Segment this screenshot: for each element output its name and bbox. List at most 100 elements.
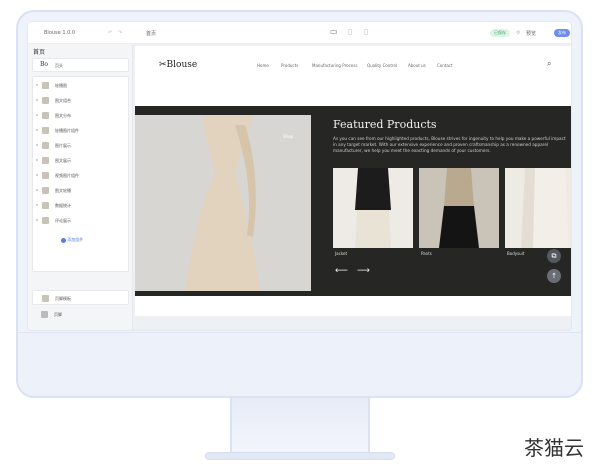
sidebar-item[interactable]: 图文组合 [33, 94, 130, 107]
sidebar-item[interactable]: 图文分布 [33, 109, 130, 122]
watermark: 茶猫云 [524, 436, 584, 460]
app-title: Blouse 1.0.0 [44, 30, 76, 36]
drag-handle-icon[interactable] [36, 144, 38, 146]
site-logo[interactable]: ✂Blouse [159, 60, 197, 70]
product-label: Bodysuit [507, 251, 525, 256]
nav-link[interactable]: Contact [437, 63, 453, 68]
next-section-strip [135, 298, 571, 316]
tablet-view-icon[interactable]: ▯ [348, 27, 352, 36]
sidebar-item-footer[interactable]: 页脚 [32, 308, 129, 321]
sidebar-item-label: 页头 [55, 63, 63, 68]
sidebar-item[interactable]: 图文轮播 [33, 184, 130, 197]
sidebar-item-label: 图片展示 [55, 143, 71, 148]
search-icon[interactable]: ⌕ [547, 59, 551, 69]
nav-link[interactable]: Manufacturing Process [312, 63, 357, 68]
product-label: Jacket [335, 251, 348, 256]
chat-icon[interactable]: ⧉ [547, 249, 561, 263]
logo-thumb-icon: Bo [40, 61, 49, 68]
monitor-frame: Blouse 1.0.0 ↶ ↷ 首页 ▭ ▯ ▯ 已保存 ⚙ 预览 发布 首页… [16, 10, 583, 398]
monitor-chin [18, 332, 581, 396]
prev-arrow-icon[interactable]: ⟵ [335, 266, 348, 276]
drag-handle-icon[interactable] [36, 189, 38, 191]
section-thumb-icon [42, 127, 49, 134]
nav-link[interactable]: Quality Control [367, 63, 397, 68]
sidebar-item-label: 轮播图片组件 [55, 128, 79, 133]
section-thumb-icon [42, 172, 49, 179]
status-badge: 已保存 [490, 29, 510, 37]
drag-handle-icon[interactable] [36, 129, 38, 131]
monitor-base [205, 452, 395, 460]
nav-link[interactable]: Products [281, 63, 298, 68]
back-to-top-icon[interactable]: ↑ [547, 269, 561, 283]
plus-icon [61, 237, 66, 243]
monitor-stand [230, 398, 370, 456]
sidebar-item-label: 数据统计 [55, 203, 71, 208]
screen: Blouse 1.0.0 ↶ ↷ 首页 ▭ ▯ ▯ 已保存 ⚙ 预览 发布 首页… [27, 21, 572, 331]
publish-button[interactable]: 发布 [554, 29, 570, 37]
section-thumb-icon [42, 157, 49, 164]
nav-link[interactable]: Home [257, 63, 269, 68]
redo-icon[interactable]: ↷ [118, 30, 122, 36]
settings-icon[interactable]: ⚙ [516, 30, 520, 36]
pants-photo-icon [419, 168, 499, 248]
sidebar-item[interactable]: 评论展示 [33, 214, 130, 227]
sidebar-item-header[interactable]: Bo 页头 [33, 59, 130, 72]
section-thumb-icon [42, 202, 49, 209]
section-description: As you can see from our highlighted prod… [333, 136, 566, 154]
add-component-label: 添加组件 [67, 237, 84, 242]
section-title: Featured Products [333, 118, 437, 131]
drag-handle-icon[interactable] [36, 84, 38, 86]
sidebar-item[interactable]: 图片展示 [33, 139, 130, 152]
jacket-photo-icon [333, 168, 413, 248]
section-thumb-icon [42, 112, 49, 119]
scissors-icon: ✂ [159, 60, 167, 70]
bodysuit-photo-icon [505, 168, 571, 248]
drag-handle-icon[interactable] [36, 114, 38, 116]
sidebar-item[interactable]: 轮播图 [33, 79, 130, 92]
sidebar-item[interactable]: 视频图片组件 [33, 169, 130, 182]
sidebar-item-label: 图文组合 [55, 98, 71, 103]
section-thumb-icon [42, 295, 49, 302]
preview-button[interactable]: 预览 [526, 30, 536, 37]
add-component-button[interactable]: 添加组件 [61, 237, 83, 243]
drag-handle-icon[interactable] [36, 159, 38, 161]
sidebar-item[interactable]: 图文展示 [33, 154, 130, 167]
site-logo-text: Blouse [166, 60, 198, 70]
sidebar-item-label: 图文轮播 [55, 188, 71, 193]
page-select[interactable]: 首页 [146, 30, 156, 37]
sidebar-item-label: 评论展示 [55, 218, 71, 223]
sidebar-item-label: 页脚 [54, 312, 62, 317]
site-preview: ✂Blouse Home Products Manufacturing Proc… [135, 46, 571, 316]
product-card-jacket[interactable] [333, 168, 413, 248]
sidebar-item[interactable]: 轮播图片组件 [33, 124, 130, 137]
product-card-pants[interactable] [419, 168, 499, 248]
undo-icon[interactable]: ↶ [108, 30, 112, 36]
sidebar-item-label: 图文展示 [55, 158, 71, 163]
sections-block: 轮播图 图文组合 图文分布 轮播图片组件 图片展示 图文展示 视频图片组件 图文… [32, 76, 129, 272]
product-card-bodysuit[interactable] [505, 168, 571, 248]
product-label: Pants [421, 251, 432, 256]
drag-handle-icon[interactable] [36, 219, 38, 221]
sidebar-item-label: 轮播图 [55, 83, 67, 88]
mobile-view-icon[interactable]: ▯ [364, 27, 368, 36]
sidebar-item-label: 图文分布 [55, 113, 71, 118]
section-thumb-icon [41, 311, 48, 318]
hero-product-image: Shop [135, 115, 311, 291]
section-thumb-icon [42, 142, 49, 149]
nav-link[interactable]: About us [408, 63, 426, 68]
editor-canvas: ✂Blouse Home Products Manufacturing Proc… [133, 44, 571, 330]
section-thumb-icon [42, 217, 49, 224]
section-thumb-icon [42, 97, 49, 104]
site-header: ✂Blouse Home Products Manufacturing Proc… [135, 46, 571, 96]
sidebar-item-footer-template[interactable]: 页脚模板 [33, 292, 130, 305]
desktop-view-icon[interactable]: ▭ [330, 27, 338, 36]
drag-handle-icon[interactable] [36, 174, 38, 176]
header-block[interactable]: Bo 页头 [32, 58, 129, 72]
sidebar-item-label: 视频图片组件 [55, 173, 79, 178]
featured-products-section: Shop Featured Products As you can see fr… [135, 106, 571, 296]
sidebar-item[interactable]: 数据统计 [33, 199, 130, 212]
footer-template-block[interactable]: 页脚模板 [32, 290, 129, 305]
drag-handle-icon[interactable] [36, 204, 38, 206]
drag-handle-icon[interactable] [36, 99, 38, 101]
next-arrow-icon[interactable]: ⟶ [357, 266, 370, 276]
